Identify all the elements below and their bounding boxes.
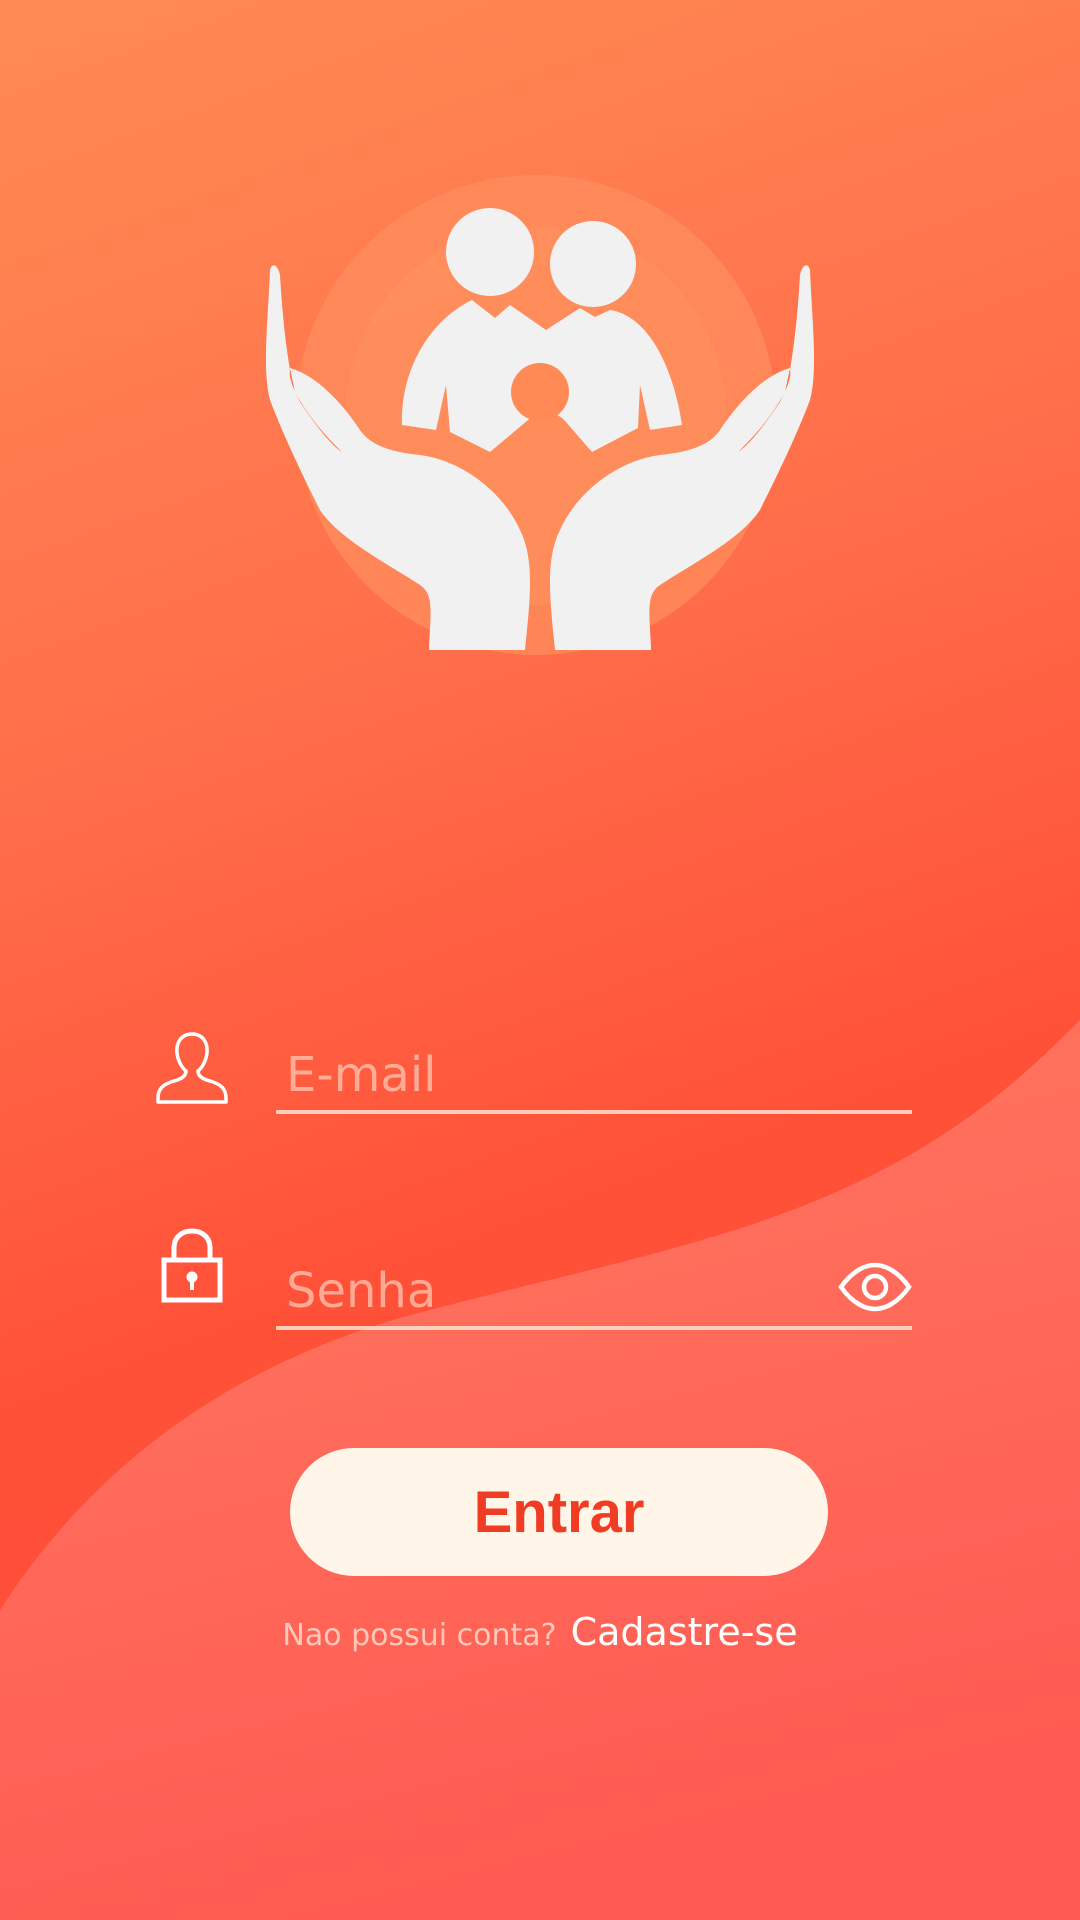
eye-icon[interactable] [838,1262,912,1312]
lock-icon [161,1228,223,1303]
signup-link[interactable]: Cadastre-se [571,1610,798,1654]
password-input[interactable] [276,1256,826,1326]
email-field-container [276,1040,912,1114]
signup-prompt: Nao possui conta? [282,1618,557,1653]
email-input[interactable] [276,1040,826,1110]
signup-row: Nao possui conta? Cadastre-se [0,1610,1080,1654]
password-field-container [276,1256,912,1330]
login-button[interactable]: Entrar [290,1448,828,1576]
family-care-logo [265,175,815,655]
user-icon [156,1032,228,1104]
